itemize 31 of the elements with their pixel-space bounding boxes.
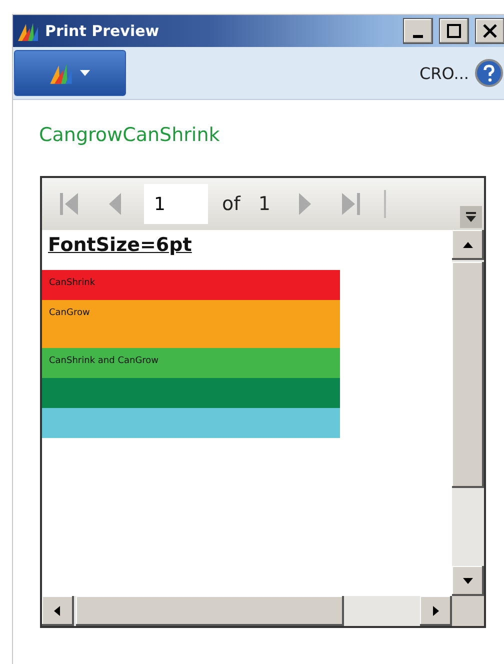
help-icon[interactable]: [475, 59, 503, 87]
scrollbar-corner: [452, 596, 484, 626]
overflow-button[interactable]: [460, 206, 482, 228]
page-count: 1: [258, 193, 270, 215]
band-label: CanGrow: [49, 308, 90, 318]
close-icon: [483, 24, 497, 38]
maximize-icon: [447, 24, 461, 38]
of-label: of: [222, 193, 240, 215]
last-page-icon: [340, 191, 362, 217]
report-heading: CangrowCanShrink: [39, 124, 220, 146]
overflow-icon: [466, 211, 476, 223]
scroll-right-button[interactable]: [420, 596, 452, 626]
first-page-icon: [58, 191, 80, 217]
scroll-down-button[interactable]: [452, 566, 484, 596]
minimize-button[interactable]: [403, 18, 433, 44]
company-label: CRO...: [420, 64, 469, 82]
scroll-up-button[interactable]: [452, 230, 484, 260]
scrollbar-thumb[interactable]: [76, 596, 344, 626]
report-title: FontSize=6pt: [48, 234, 192, 256]
scroll-left-button[interactable]: [42, 596, 74, 626]
next-icon: [297, 191, 314, 217]
scrollbar-thumb[interactable]: [452, 262, 484, 488]
band-label: CanShrink: [49, 278, 96, 288]
app-menu-button[interactable]: [14, 50, 126, 96]
band-label: CanShrink and CanGrow: [49, 356, 159, 366]
window-title: Print Preview: [45, 22, 160, 40]
maximize-button[interactable]: [439, 18, 469, 44]
close-button[interactable]: [475, 18, 504, 44]
previous-icon: [107, 191, 123, 217]
page-number-field[interactable]: 1: [144, 184, 208, 224]
minimize-icon: [413, 35, 423, 38]
